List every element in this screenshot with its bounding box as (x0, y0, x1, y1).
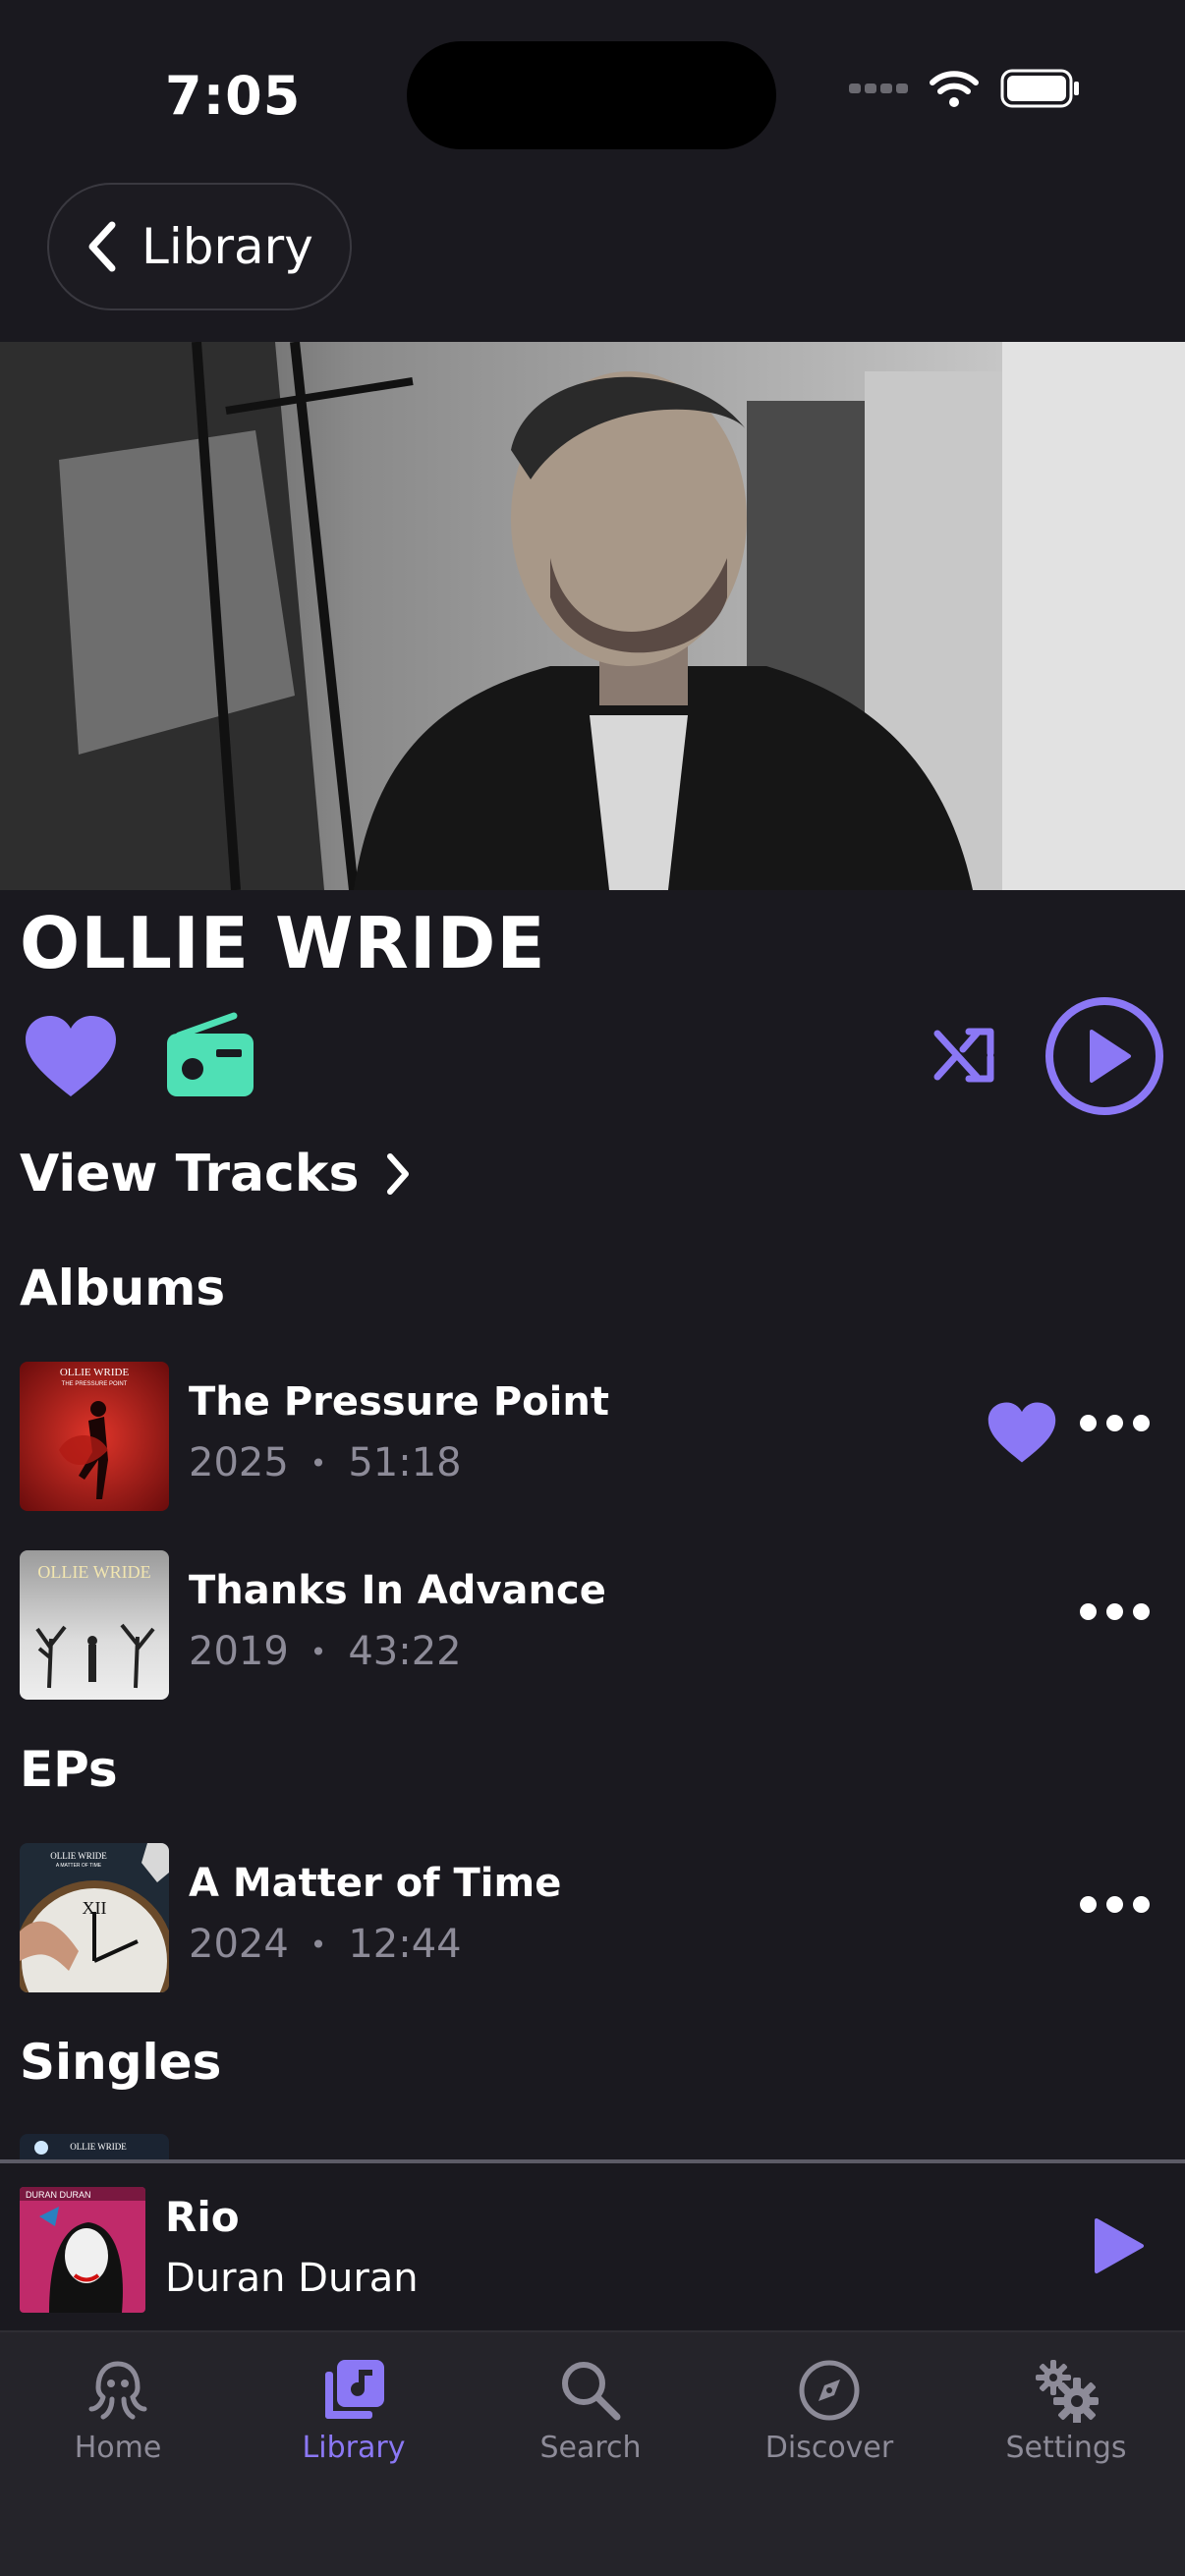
section-title-singles: Singles (20, 2034, 222, 2091)
back-button-label: Library (141, 218, 313, 275)
svg-text:OLLIE WRIDE: OLLIE WRIDE (60, 1367, 130, 1378)
single-cover-peek[interactable]: OLLIE WRIDE (20, 2134, 169, 2159)
album-favorite-button[interactable] (987, 1401, 1057, 1468)
tab-label: Library (302, 2431, 406, 2465)
now-playing-play-button[interactable] (1093, 2216, 1146, 2279)
status-time: 7:05 (165, 65, 302, 127)
octopus-icon (88, 2361, 147, 2420)
tab-discover[interactable]: Discover (731, 2358, 928, 2465)
artist-hero-image (0, 342, 1185, 890)
now-playing-title: Rio (165, 2193, 240, 2241)
tab-label: Settings (1005, 2431, 1127, 2465)
tab-search[interactable]: Search (492, 2358, 689, 2465)
album-year: 2025 (189, 1440, 289, 1485)
radio-icon (167, 1012, 254, 1096)
album-title: Thanks In Advance (189, 1568, 606, 1613)
ep-duration: 12:44 (348, 1922, 462, 1967)
section-title-albums: Albums (20, 1260, 226, 1316)
favorite-artist-button[interactable] (24, 1014, 118, 1098)
now-playing-artist: Duran Duran (165, 2256, 419, 2301)
heart-icon (988, 1402, 1056, 1463)
ep-cover: OLLIE WRIDE A MATTER OF TIME XII (20, 1843, 169, 1992)
tab-settings[interactable]: Settings (968, 2358, 1164, 2465)
compass-icon (799, 2360, 860, 2421)
shuffle-icon (933, 1028, 994, 1083)
album-row[interactable]: OLLIE WRIDE Thanks In Advance 2019 • 43:… (0, 1550, 1185, 1700)
svg-text:DURAN DURAN: DURAN DURAN (26, 2190, 91, 2200)
more-options-button[interactable] (1080, 1603, 1150, 1620)
heart-icon (26, 1016, 116, 1096)
svg-text:THE PRESSURE POINT: THE PRESSURE POINT (62, 1381, 128, 1387)
tab-label: Discover (764, 2431, 894, 2465)
music-library-icon (325, 2360, 384, 2419)
section-title-eps: EPs (20, 1741, 118, 1798)
more-options-button[interactable] (1080, 1896, 1150, 1913)
now-playing-bar[interactable]: DURAN DURAN Rio Duran Duran (0, 2163, 1185, 2330)
ep-year: 2024 (189, 1922, 289, 1967)
search-icon (562, 2362, 621, 2421)
now-playing-cover: DURAN DURAN (20, 2187, 145, 2313)
back-button[interactable]: Library (47, 183, 352, 310)
view-tracks-link[interactable]: View Tracks (20, 1145, 412, 1204)
view-tracks-label: View Tracks (20, 1145, 360, 1204)
more-options-button[interactable] (1080, 1415, 1150, 1431)
wifi-icon (930, 71, 979, 107)
dynamic-island (407, 41, 776, 149)
album-duration: 43:22 (348, 1629, 462, 1674)
artist-radio-button[interactable] (165, 1010, 255, 1100)
status-bar: 7:05 (0, 0, 1185, 177)
tab-label: Home (74, 2431, 162, 2465)
album-meta: 2025 • 51:18 (189, 1440, 462, 1485)
play-icon (1095, 2218, 1144, 2273)
shuffle-button[interactable] (933, 1026, 996, 1085)
status-icons (849, 69, 1081, 108)
play-circle-icon (1045, 997, 1163, 1115)
artist-name: OLLIE WRIDE (20, 902, 546, 984)
meta-separator: • (310, 1635, 327, 1668)
ep-title: A Matter of Time (189, 1861, 562, 1906)
battery-icon (1000, 69, 1079, 108)
tab-label: Search (539, 2431, 642, 2465)
svg-text:OLLIE WRIDE: OLLIE WRIDE (37, 1562, 150, 1582)
tab-home[interactable]: Home (20, 2358, 216, 2465)
tab-bar: Home Library Search Discover Settings (0, 2330, 1185, 2576)
tab-library[interactable]: Library (255, 2358, 452, 2465)
cellular-signal-icon (849, 84, 908, 93)
meta-separator: • (310, 1928, 327, 1961)
play-all-button[interactable] (1044, 996, 1164, 1116)
svg-text:A MATTER OF TIME: A MATTER OF TIME (56, 1863, 102, 1869)
chevron-left-icon (88, 221, 116, 272)
ep-row[interactable]: OLLIE WRIDE A MATTER OF TIME XII A Matte… (0, 1843, 1185, 1992)
album-row[interactable]: OLLIE WRIDE THE PRESSURE POINT The Press… (0, 1362, 1185, 1511)
meta-separator: • (310, 1446, 327, 1480)
album-duration: 51:18 (348, 1440, 462, 1485)
artist-action-row (0, 992, 1185, 1120)
album-meta: 2019 • 43:22 (189, 1629, 462, 1674)
ep-meta: 2024 • 12:44 (189, 1922, 462, 1967)
album-title: The Pressure Point (189, 1379, 609, 1425)
gears-icon (1036, 2360, 1099, 2423)
album-year: 2019 (189, 1629, 289, 1674)
album-cover: OLLIE WRIDE THE PRESSURE POINT (20, 1362, 169, 1511)
svg-text:OLLIE WRIDE: OLLIE WRIDE (50, 1851, 107, 1861)
album-cover: OLLIE WRIDE (20, 1550, 169, 1700)
chevron-right-icon (387, 1153, 410, 1195)
svg-text:OLLIE WRIDE: OLLIE WRIDE (70, 2142, 127, 2152)
